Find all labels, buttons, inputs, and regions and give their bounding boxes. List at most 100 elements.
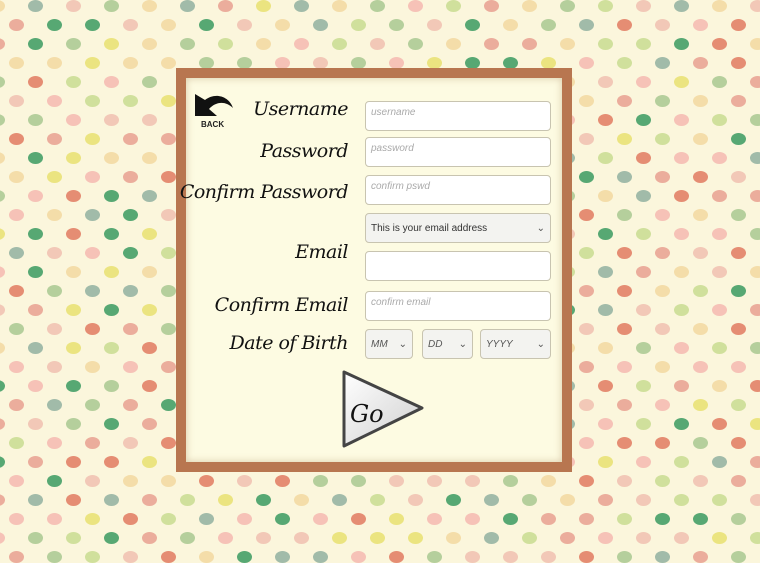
polka-dot	[199, 513, 214, 525]
email-input[interactable]	[365, 251, 551, 281]
polka-dot	[579, 247, 594, 259]
polka-dot	[750, 152, 760, 164]
polka-dot	[0, 380, 5, 392]
chevron-down-icon: ⌄	[536, 338, 545, 350]
polka-dot	[579, 285, 594, 297]
polka-dot	[579, 437, 594, 449]
polka-dot	[9, 171, 24, 183]
polka-dot	[579, 399, 594, 411]
polka-dot	[655, 399, 670, 411]
dob-year-select[interactable]: YYYY ⌄	[480, 329, 551, 359]
polka-dot	[104, 114, 119, 126]
polka-dot	[712, 76, 727, 88]
dob-day-select[interactable]: DD ⌄	[422, 329, 473, 359]
polka-dot	[66, 418, 81, 430]
dob-month-select[interactable]: MM ⌄	[365, 329, 413, 359]
polka-dot	[142, 456, 157, 468]
polka-dot	[28, 38, 43, 50]
polka-dot	[66, 76, 81, 88]
polka-dot	[66, 304, 81, 316]
polka-dot	[712, 418, 727, 430]
polka-dot	[389, 551, 404, 563]
polka-dot	[579, 361, 594, 373]
polka-dot	[674, 342, 689, 354]
polka-dot	[655, 513, 670, 525]
polka-dot	[674, 494, 689, 506]
polka-dot	[256, 38, 271, 50]
polka-dot	[0, 494, 5, 506]
polka-dot	[28, 418, 43, 430]
polka-dot	[47, 57, 62, 69]
password-input[interactable]: password	[365, 137, 551, 167]
polka-dot	[446, 38, 461, 50]
polka-dot	[161, 171, 176, 183]
polka-dot	[161, 133, 176, 145]
polka-dot	[123, 247, 138, 259]
polka-dot	[617, 437, 632, 449]
polka-dot	[47, 437, 62, 449]
polka-dot	[617, 171, 632, 183]
polka-dot	[427, 551, 442, 563]
polka-dot	[636, 266, 651, 278]
polka-dot	[427, 475, 442, 487]
polka-dot	[237, 513, 252, 525]
polka-dot	[104, 456, 119, 468]
polka-dot	[237, 19, 252, 31]
polka-dot	[85, 209, 100, 221]
polka-dot	[123, 209, 138, 221]
polka-dot	[0, 304, 5, 316]
polka-dot	[636, 76, 651, 88]
polka-dot	[161, 247, 176, 259]
polka-dot	[85, 171, 100, 183]
polka-dot	[47, 361, 62, 373]
polka-dot	[370, 0, 385, 12]
polka-dot	[560, 494, 575, 506]
polka-dot	[180, 0, 195, 12]
confirm-email-input[interactable]: confirm email	[365, 291, 551, 321]
polka-dot	[161, 513, 176, 525]
polka-dot	[674, 76, 689, 88]
polka-dot	[636, 380, 651, 392]
polka-dot	[180, 532, 195, 544]
polka-dot	[104, 494, 119, 506]
polka-dot	[9, 513, 24, 525]
polka-dot	[750, 494, 760, 506]
polka-dot	[541, 551, 556, 563]
polka-dot	[161, 323, 176, 335]
polka-dot	[0, 114, 5, 126]
day-value: DD	[428, 338, 443, 350]
polka-dot	[104, 532, 119, 544]
polka-dot	[123, 285, 138, 297]
polka-dot	[674, 380, 689, 392]
confirm-password-input[interactable]: confirm pswd	[365, 175, 551, 205]
chevron-down-icon: ⌄	[398, 338, 407, 350]
polka-dot	[161, 209, 176, 221]
polka-dot	[731, 513, 746, 525]
polka-dot	[0, 38, 5, 50]
polka-dot	[674, 304, 689, 316]
polka-dot	[161, 95, 176, 107]
polka-dot	[123, 361, 138, 373]
polka-dot	[104, 380, 119, 392]
polka-dot	[142, 532, 157, 544]
polka-dot	[294, 38, 309, 50]
polka-dot	[598, 342, 613, 354]
email-hint-select[interactable]: This is your email address ⌄	[365, 213, 551, 243]
polka-dot	[674, 266, 689, 278]
polka-dot	[104, 342, 119, 354]
polka-dot	[750, 304, 760, 316]
polka-dot	[28, 0, 43, 12]
polka-dot	[28, 228, 43, 240]
username-input[interactable]: username	[365, 101, 551, 131]
polka-dot	[693, 57, 708, 69]
polka-dot	[9, 361, 24, 373]
polka-dot	[579, 95, 594, 107]
polka-dot	[370, 532, 385, 544]
polka-dot	[693, 19, 708, 31]
polka-dot	[731, 95, 746, 107]
polka-dot	[484, 0, 499, 12]
polka-dot	[85, 513, 100, 525]
go-button[interactable]: Go	[340, 368, 426, 450]
polka-dot	[446, 0, 461, 12]
polka-dot	[693, 551, 708, 563]
